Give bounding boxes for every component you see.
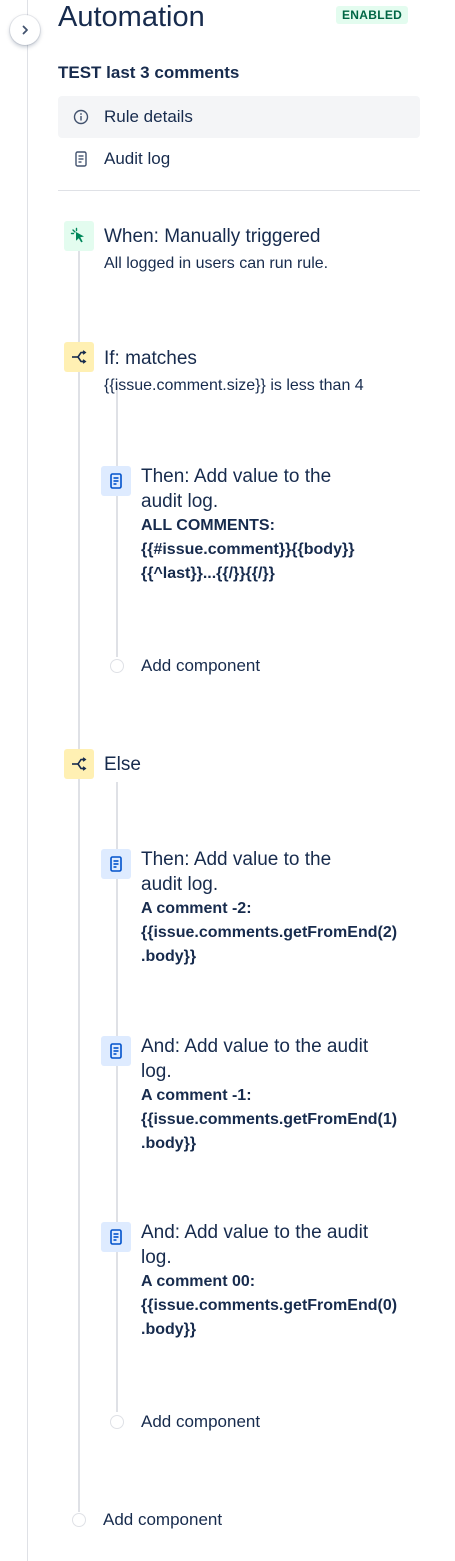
chevron-right-icon bbox=[22, 25, 28, 35]
action-value-line: .body}} bbox=[141, 948, 197, 965]
action-title-line1: And: Add value to the audit bbox=[141, 1036, 369, 1057]
action-value-line: {{issue.comments.getFromEnd(1) bbox=[141, 1111, 398, 1128]
page-title: Automation bbox=[58, 1, 205, 33]
document-icon bbox=[101, 849, 131, 879]
action-value-line: .body}} bbox=[141, 1135, 197, 1152]
add-dot-icon bbox=[72, 1513, 86, 1527]
info-icon bbox=[58, 109, 104, 125]
action-component[interactable]: And: Add value to the audit log. A comme… bbox=[101, 1220, 421, 1340]
action-title-line1: Then: Add value to the bbox=[141, 849, 332, 870]
divider bbox=[58, 190, 420, 191]
document-icon bbox=[58, 151, 104, 167]
action-component[interactable]: And: Add value to the audit log. A comme… bbox=[101, 1034, 421, 1154]
nav-rule-details[interactable]: Rule details bbox=[58, 96, 420, 138]
add-component-label: Add component bbox=[103, 1510, 223, 1529]
if-condition-title: If: matches bbox=[104, 348, 197, 369]
nav-audit-log[interactable]: Audit log bbox=[58, 138, 420, 180]
sidebar-collapse-button[interactable] bbox=[10, 15, 40, 45]
document-icon bbox=[101, 1036, 131, 1066]
branch-icon bbox=[64, 342, 94, 372]
branch-icon bbox=[64, 749, 94, 779]
else-component[interactable]: Else bbox=[64, 749, 264, 781]
action-component[interactable]: Then: Add value to the audit log. A comm… bbox=[101, 847, 421, 967]
action-title-line2: log. bbox=[141, 1061, 172, 1082]
action-value-line: A comment 00: bbox=[141, 1273, 256, 1290]
action-value-line: {{issue.comments.getFromEnd(2) bbox=[141, 924, 398, 941]
action-value-line: A comment -1: bbox=[141, 1087, 252, 1104]
rule-name: TEST last 3 comments bbox=[58, 63, 240, 82]
add-component-label: Add component bbox=[141, 1412, 261, 1431]
trigger-title: When: Manually triggered bbox=[104, 226, 321, 247]
root-add-component-button[interactable]: Add component bbox=[72, 1510, 222, 1530]
document-icon bbox=[101, 466, 131, 496]
action-value-line: {{^last}}...{{/}}{{/}} bbox=[141, 565, 275, 582]
add-dot-icon bbox=[110, 1415, 124, 1429]
action-component[interactable]: Then: Add value to the audit log. ALL CO… bbox=[101, 464, 421, 584]
trigger-component[interactable]: When: Manually triggered All logged in u… bbox=[64, 221, 404, 281]
action-title-line2: log. bbox=[141, 1247, 172, 1268]
add-component-label: Add component bbox=[141, 656, 261, 675]
nav-audit-log-label: Audit log bbox=[104, 149, 171, 168]
add-dot-icon bbox=[110, 659, 124, 673]
nav-rule-details-label: Rule details bbox=[104, 107, 193, 126]
action-title-line1: Then: Add value to the bbox=[141, 466, 332, 487]
action-value-line: {{issue.comments.getFromEnd(0) bbox=[141, 1297, 398, 1314]
cursor-click-icon bbox=[64, 221, 94, 251]
if-condition-component[interactable]: If: matches {{issue.comment.size}} is le… bbox=[64, 342, 404, 402]
action-title-line2: audit log. bbox=[141, 874, 219, 895]
if-condition-subtitle: {{issue.comment.size}} is less than 4 bbox=[104, 377, 364, 394]
trigger-subtitle: All logged in users can run rule. bbox=[104, 255, 329, 272]
sidebar-border bbox=[27, 0, 28, 1561]
status-badge: ENABLED bbox=[336, 6, 409, 24]
else-add-component-button[interactable]: Add component bbox=[110, 1412, 260, 1432]
action-value-line: A comment -2: bbox=[141, 900, 252, 917]
action-title-line2: audit log. bbox=[141, 491, 219, 512]
else-title: Else bbox=[104, 754, 141, 775]
action-value-line: .body}} bbox=[141, 1321, 197, 1338]
rule-connector-line bbox=[78, 250, 80, 1512]
action-value-line: ALL COMMENTS: bbox=[141, 517, 275, 534]
action-title-line1: And: Add value to the audit bbox=[141, 1222, 369, 1243]
if-add-component-button[interactable]: Add component bbox=[110, 656, 260, 676]
action-value-line: {{#issue.comment}}{{body}} bbox=[141, 541, 355, 558]
document-icon bbox=[101, 1222, 131, 1252]
